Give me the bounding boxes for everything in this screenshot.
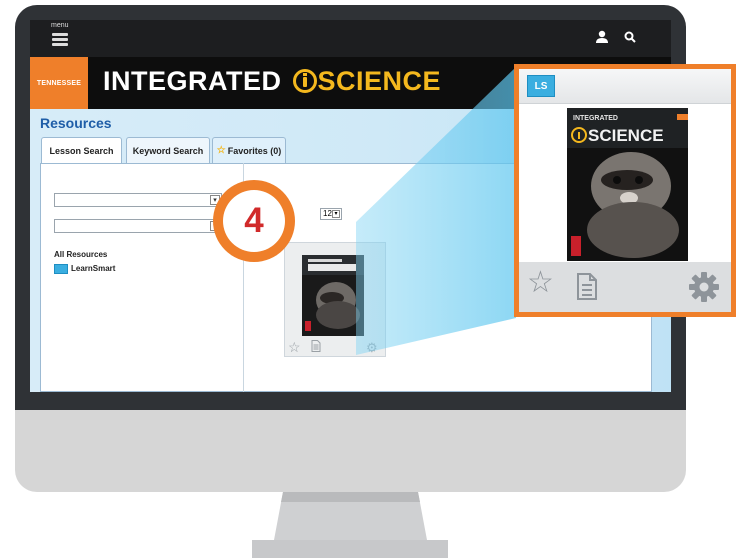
step-number: 4	[223, 190, 285, 252]
document-icon[interactable]	[576, 273, 598, 300]
learnsmart-icon[interactable]: LS	[527, 75, 555, 97]
book-cover[interactable]: INTEGRATED SCIENCE	[567, 108, 688, 261]
star-icon[interactable]: ☆	[527, 268, 554, 298]
gear-icon[interactable]	[688, 271, 720, 303]
book-title-top: INTEGRATED	[573, 115, 618, 122]
book-title-main: SCIENCE	[588, 126, 664, 145]
